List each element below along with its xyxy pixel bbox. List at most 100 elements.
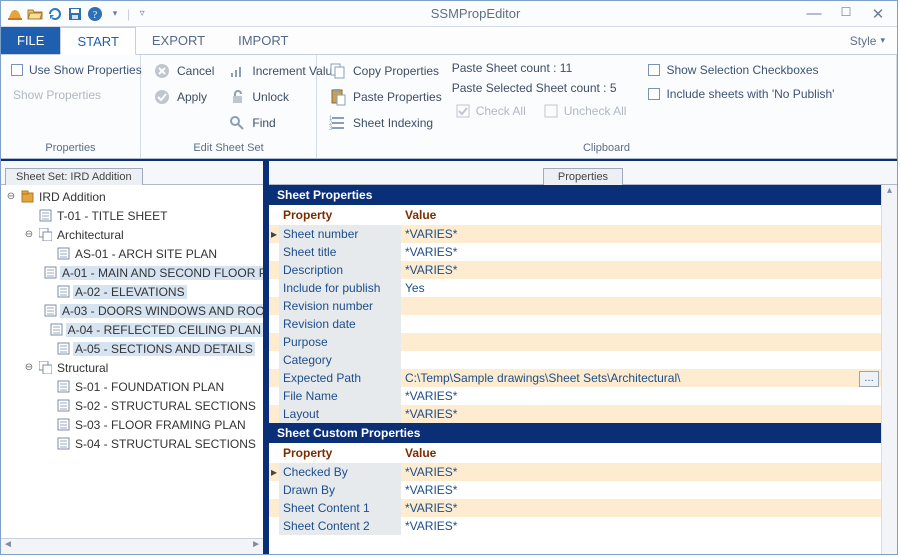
tree-item[interactable]: S-03 - FLOOR FRAMING PLAN bbox=[41, 415, 263, 434]
tree-item[interactable]: AS-01 - ARCH SITE PLAN bbox=[41, 244, 263, 263]
tree-horizontal-scrollbar[interactable]: ◄ ► bbox=[1, 538, 263, 554]
sheetset-icon bbox=[20, 190, 34, 204]
property-value[interactable]: *VARIES* bbox=[401, 263, 881, 277]
property-name: Checked By bbox=[279, 463, 401, 481]
refresh-icon[interactable] bbox=[47, 6, 63, 22]
scroll-up-icon[interactable]: ▴ bbox=[882, 185, 897, 201]
tab-file[interactable]: FILE bbox=[1, 27, 60, 54]
style-dropdown[interactable]: Style ▾ bbox=[838, 27, 897, 54]
qat-overflow-icon[interactable]: ▿ bbox=[134, 6, 150, 22]
property-row[interactable]: Sheet Content 2*VARIES* bbox=[269, 517, 881, 535]
property-value[interactable]: *VARIES* bbox=[401, 245, 881, 259]
property-name: Expected Path bbox=[279, 369, 401, 387]
property-row[interactable]: ▸Checked By*VARIES* bbox=[269, 463, 881, 481]
help-icon[interactable]: ? bbox=[87, 6, 103, 22]
check-all-button[interactable]: Check All bbox=[452, 99, 530, 123]
browse-button[interactable]: … bbox=[859, 371, 879, 387]
property-row[interactable]: Category bbox=[269, 351, 881, 369]
property-name: File Name bbox=[279, 387, 401, 405]
uncheck-all-button[interactable]: Uncheck All bbox=[540, 99, 631, 123]
property-row[interactable]: Drawn By*VARIES* bbox=[269, 481, 881, 499]
group-icon bbox=[38, 361, 52, 375]
group-label-properties: Properties bbox=[1, 140, 140, 158]
property-value[interactable]: *VARIES* bbox=[401, 483, 881, 497]
property-value[interactable]: *VARIES* bbox=[401, 501, 881, 515]
titlebar: ? ▾ | ▿ SSMPropEditor — ☐ ✕ bbox=[1, 1, 897, 27]
tree-item[interactable]: S-02 - STRUCTURAL SECTIONS bbox=[41, 396, 263, 415]
maximize-button[interactable]: ☐ bbox=[837, 5, 855, 23]
tree-item[interactable]: A-05 - SECTIONS AND DETAILS bbox=[41, 339, 263, 358]
property-row[interactable]: ▸Sheet number*VARIES* bbox=[269, 225, 881, 243]
tree-group-architectural[interactable]: ⊖ Architectural bbox=[23, 225, 263, 244]
sheet-indexing-button[interactable]: 123 Sheet Indexing bbox=[325, 111, 446, 135]
tree-root-item[interactable]: ⊖ IRD Addition bbox=[5, 187, 263, 206]
property-value[interactable]: *VARIES* bbox=[401, 389, 881, 403]
property-value[interactable]: *VARIES* bbox=[401, 465, 881, 479]
close-button[interactable]: ✕ bbox=[869, 5, 887, 23]
qat-dropdown-icon[interactable]: ▾ bbox=[107, 6, 123, 22]
property-name: Sheet Content 2 bbox=[279, 517, 401, 535]
sheet-icon bbox=[44, 266, 57, 280]
property-name: Sheet Content 1 bbox=[279, 499, 401, 517]
tab-export[interactable]: EXPORT bbox=[136, 27, 222, 54]
tree-panel: Sheet Set: IRD Addition ⊖ IRD Addition T-0… bbox=[1, 161, 269, 554]
tree-item-label: S-03 - FLOOR FRAMING PLAN bbox=[73, 418, 248, 432]
property-row[interactable]: Expected PathC:\Temp\Sample drawings\She… bbox=[269, 369, 881, 387]
app-icon bbox=[7, 6, 23, 22]
show-properties-button[interactable]: Show Properties bbox=[9, 83, 144, 107]
show-selection-checkboxes[interactable]: Show Selection Checkboxes bbox=[646, 59, 846, 81]
show-selection-checkboxes-label: Show Selection Checkboxes bbox=[666, 63, 818, 77]
property-name: Category bbox=[279, 351, 401, 369]
property-row[interactable]: Include for publishYes bbox=[269, 279, 881, 297]
cancel-button[interactable]: Cancel bbox=[149, 59, 218, 83]
style-label: Style bbox=[850, 34, 877, 48]
use-show-properties-checkbox[interactable]: Use Show Properties bbox=[9, 59, 144, 81]
property-value[interactable]: *VARIES* bbox=[401, 407, 881, 421]
tree-item[interactable]: S-01 - FOUNDATION PLAN bbox=[41, 377, 263, 396]
properties-vertical-scrollbar[interactable]: ▴ bbox=[881, 185, 897, 554]
property-row[interactable]: Layout*VARIES* bbox=[269, 405, 881, 423]
apply-button[interactable]: Apply bbox=[149, 85, 218, 109]
save-icon[interactable] bbox=[67, 6, 83, 22]
open-icon[interactable] bbox=[27, 6, 43, 22]
include-no-publish-checkbox[interactable]: Include sheets with 'No Publish' bbox=[646, 83, 846, 105]
tree-item[interactable]: A-02 - ELEVATIONS bbox=[41, 282, 263, 301]
tree-item[interactable]: S-04 - STRUCTURAL SECTIONS bbox=[41, 434, 263, 453]
property-row[interactable]: Sheet title*VARIES* bbox=[269, 243, 881, 261]
property-value[interactable]: C:\Temp\Sample drawings\Sheet Sets\Archi… bbox=[401, 371, 881, 385]
collapse-icon[interactable]: ⊖ bbox=[23, 229, 35, 240]
property-row[interactable]: Revision date bbox=[269, 315, 881, 333]
tree-item-label: IRD Addition bbox=[37, 190, 108, 204]
property-row[interactable]: File Name*VARIES* bbox=[269, 387, 881, 405]
sheet-icon bbox=[56, 247, 70, 261]
copy-properties-button[interactable]: Copy Properties bbox=[325, 59, 446, 83]
property-value[interactable]: Yes bbox=[401, 281, 881, 295]
tree-item[interactable]: T-01 - TITLE SHEET bbox=[23, 206, 263, 225]
tree-item-label: Architectural bbox=[55, 228, 126, 242]
col-value: Value bbox=[401, 443, 881, 463]
collapse-icon[interactable]: ⊖ bbox=[23, 362, 35, 373]
property-row[interactable]: Description*VARIES* bbox=[269, 261, 881, 279]
cancel-icon bbox=[153, 62, 171, 80]
scroll-left-icon[interactable]: ◄ bbox=[3, 539, 13, 554]
tab-import[interactable]: IMPORT bbox=[222, 27, 305, 54]
property-row[interactable]: Purpose bbox=[269, 333, 881, 351]
tree-tab[interactable]: Sheet Set: IRD Addition bbox=[5, 168, 143, 185]
collapse-icon[interactable]: ⊖ bbox=[5, 191, 17, 202]
tree-item[interactable]: A-01 - MAIN AND SECOND FLOOR PLAN bbox=[41, 263, 263, 282]
tree-item[interactable]: A-03 - DOORS WINDOWS AND ROOM FINISH bbox=[41, 301, 263, 320]
property-row[interactable]: Sheet Content 1*VARIES* bbox=[269, 499, 881, 517]
property-value[interactable]: *VARIES* bbox=[401, 519, 881, 533]
property-row[interactable]: Revision number bbox=[269, 297, 881, 315]
tree-item[interactable]: A-04 - REFLECTED CEILING PLAN bbox=[41, 320, 263, 339]
property-value[interactable]: *VARIES* bbox=[401, 227, 881, 241]
properties-panel: Properties ▴ Sheet PropertiesPropertyVal… bbox=[269, 161, 897, 554]
tab-start[interactable]: START bbox=[60, 27, 135, 55]
scroll-right-icon[interactable]: ► bbox=[251, 539, 261, 554]
minimize-button[interactable]: — bbox=[805, 5, 823, 23]
property-name: Revision date bbox=[279, 315, 401, 333]
group-label-clipboard: Clipboard bbox=[317, 140, 896, 158]
properties-tab[interactable]: Properties bbox=[543, 168, 623, 185]
tree-group-structural[interactable]: ⊖Structural bbox=[23, 358, 263, 377]
paste-properties-button[interactable]: Paste Properties bbox=[325, 85, 446, 109]
